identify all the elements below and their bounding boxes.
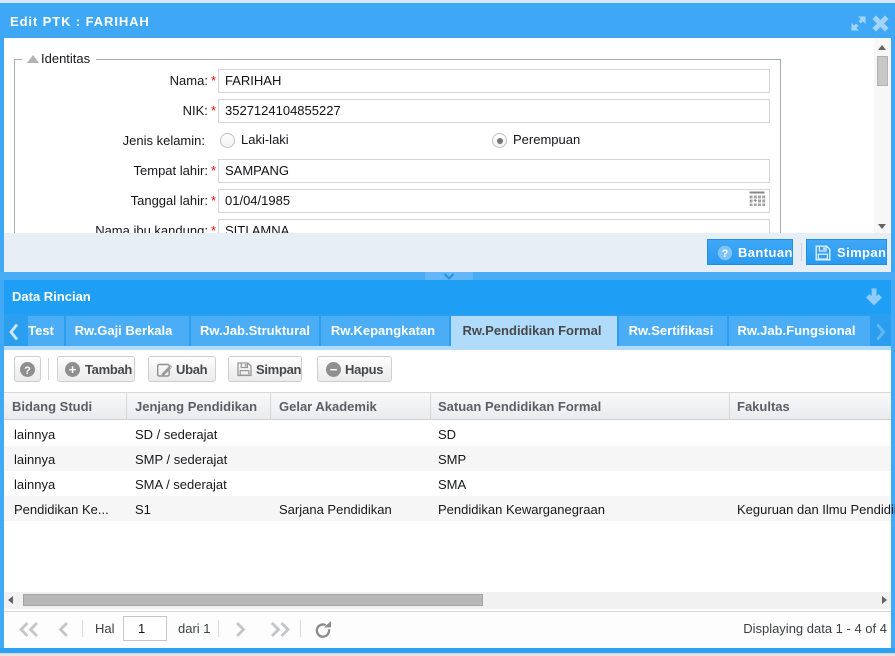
- svg-text:?: ?: [722, 248, 729, 260]
